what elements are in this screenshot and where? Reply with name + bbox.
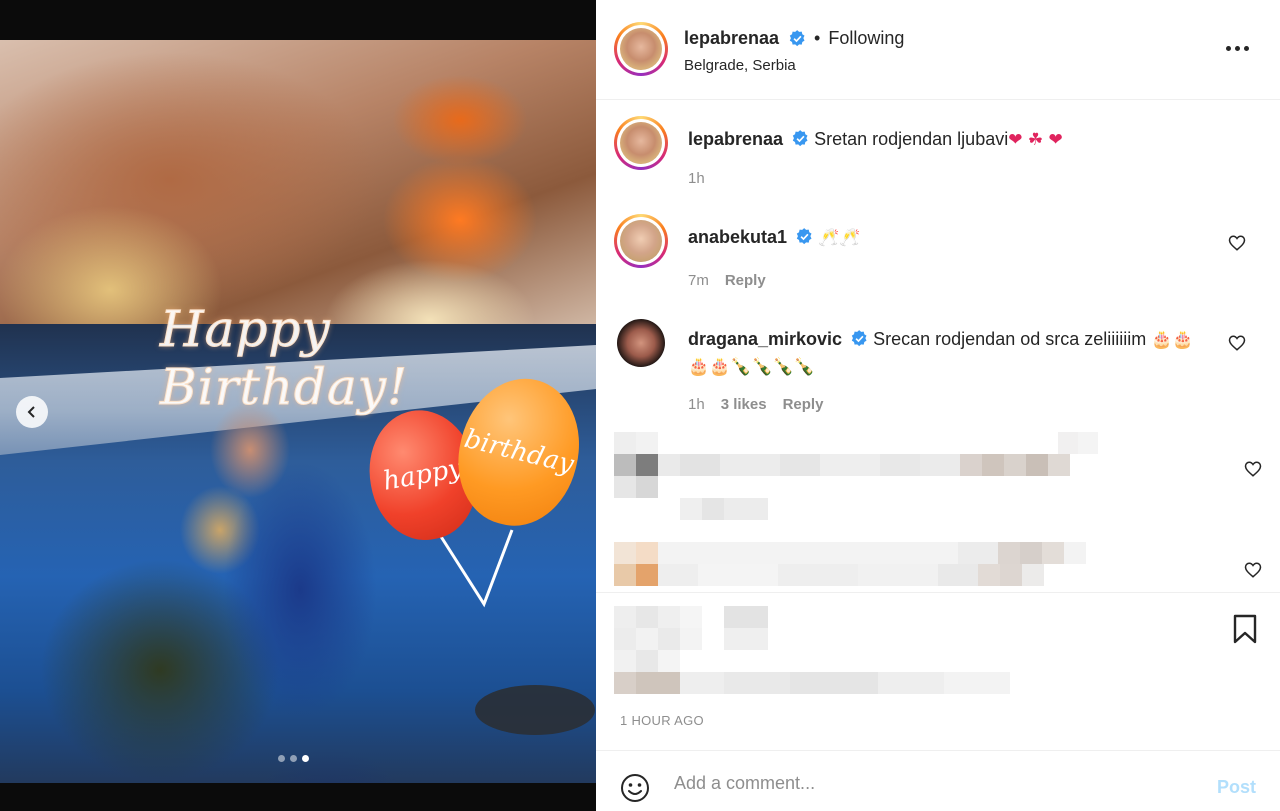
post-comment-button[interactable]: Post xyxy=(1217,777,1256,798)
comment-username[interactable]: anabekuta1 xyxy=(688,227,787,247)
carousel-prev-button[interactable] xyxy=(16,396,48,428)
add-comment-input[interactable] xyxy=(674,773,1194,794)
heart-icon[interactable] xyxy=(1228,334,1246,352)
comment-text: Sretan rodjendan ljubavi xyxy=(814,129,1009,149)
following-button[interactable]: Following xyxy=(828,28,904,49)
redacted-comment xyxy=(614,542,1086,586)
balloon-red-text: happy xyxy=(380,453,466,497)
man-figure xyxy=(210,390,380,770)
avatar-image xyxy=(620,28,662,70)
heart-icon[interactable] xyxy=(1244,460,1262,478)
avatar-image xyxy=(620,220,662,262)
carousel-dot-active xyxy=(302,755,309,762)
comment-time[interactable]: 7m xyxy=(688,272,709,289)
verified-badge-icon xyxy=(851,330,867,347)
comment-time[interactable]: 1h xyxy=(688,170,705,187)
post-media[interactable]: Happy Birthday! happy birthday xyxy=(0,0,596,811)
comment-item: dragana_mirkovic Srecan rodjendan od src… xyxy=(614,316,1254,420)
carousel-dot xyxy=(290,755,297,762)
redacted-comment xyxy=(614,432,1098,520)
likes-count[interactable]: 3 likes xyxy=(721,396,767,413)
comment-avatar[interactable] xyxy=(614,214,668,268)
verified-badge-icon xyxy=(789,30,805,47)
comment-username[interactable]: lepabrenaa xyxy=(688,129,783,149)
author-username[interactable]: lepabrenaa xyxy=(684,28,779,49)
author-avatar[interactable] xyxy=(614,22,668,76)
caption-comment: lepabrenaa Sretan rodjendan ljubavi❤ ☘ ❤… xyxy=(614,116,1254,196)
comment-username[interactable]: dragana_mirkovic xyxy=(688,329,842,349)
heart-icon[interactable] xyxy=(1228,234,1246,252)
avatar-image xyxy=(620,122,662,164)
reply-button[interactable]: Reply xyxy=(725,272,766,289)
comment-time[interactable]: 1h xyxy=(688,396,705,413)
comment-emojis: 🎂🎂🍾🍾🍾🍾 xyxy=(688,357,816,377)
reply-button[interactable]: Reply xyxy=(783,396,824,413)
separator-dot: • xyxy=(814,28,821,48)
verified-badge-icon xyxy=(792,130,808,147)
comment-emojis: 🥂🥂 xyxy=(818,228,861,248)
post-side-panel: lepabrenaa • Following Belgrade, Serbia … xyxy=(596,0,1280,811)
carousel-dot xyxy=(278,755,285,762)
balloon-orange-text: birthday xyxy=(461,423,577,481)
comment-text: Srecan rodjendan od srca zeliiiiiim xyxy=(873,329,1147,349)
comment-item: anabekuta1 🥂🥂 7m Reply xyxy=(614,214,1254,300)
chevron-left-icon xyxy=(27,406,35,418)
avatar-image xyxy=(617,319,665,367)
redacted-likes-summary xyxy=(614,606,1010,694)
add-comment-bar: Post xyxy=(596,750,1280,811)
post-header: lepabrenaa • Following Belgrade, Serbia xyxy=(596,0,1280,100)
photo-couple-sunbathing xyxy=(0,40,596,324)
heart-icon[interactable] xyxy=(1244,561,1262,579)
bookmark-icon[interactable] xyxy=(1232,614,1258,644)
media-letterbox-top xyxy=(0,0,596,40)
carousel-indicator xyxy=(278,755,309,762)
post-timestamp[interactable]: 1 HOUR AGO xyxy=(620,713,704,728)
verified-badge-icon xyxy=(796,228,812,245)
post-location[interactable]: Belgrade, Serbia xyxy=(684,57,904,74)
actions-divider xyxy=(596,592,1280,593)
comment-avatar[interactable] xyxy=(614,316,668,370)
comment-emojis: ❤ ☘ ❤ xyxy=(1008,130,1063,150)
more-options-icon[interactable] xyxy=(1226,38,1252,58)
media-letterbox-bottom xyxy=(0,783,596,811)
boat-bollard xyxy=(475,685,595,735)
comment-avatar[interactable] xyxy=(614,116,668,170)
emoji-picker-icon[interactable] xyxy=(620,773,650,803)
comment-emojis: 🎂🎂 xyxy=(1151,330,1194,350)
